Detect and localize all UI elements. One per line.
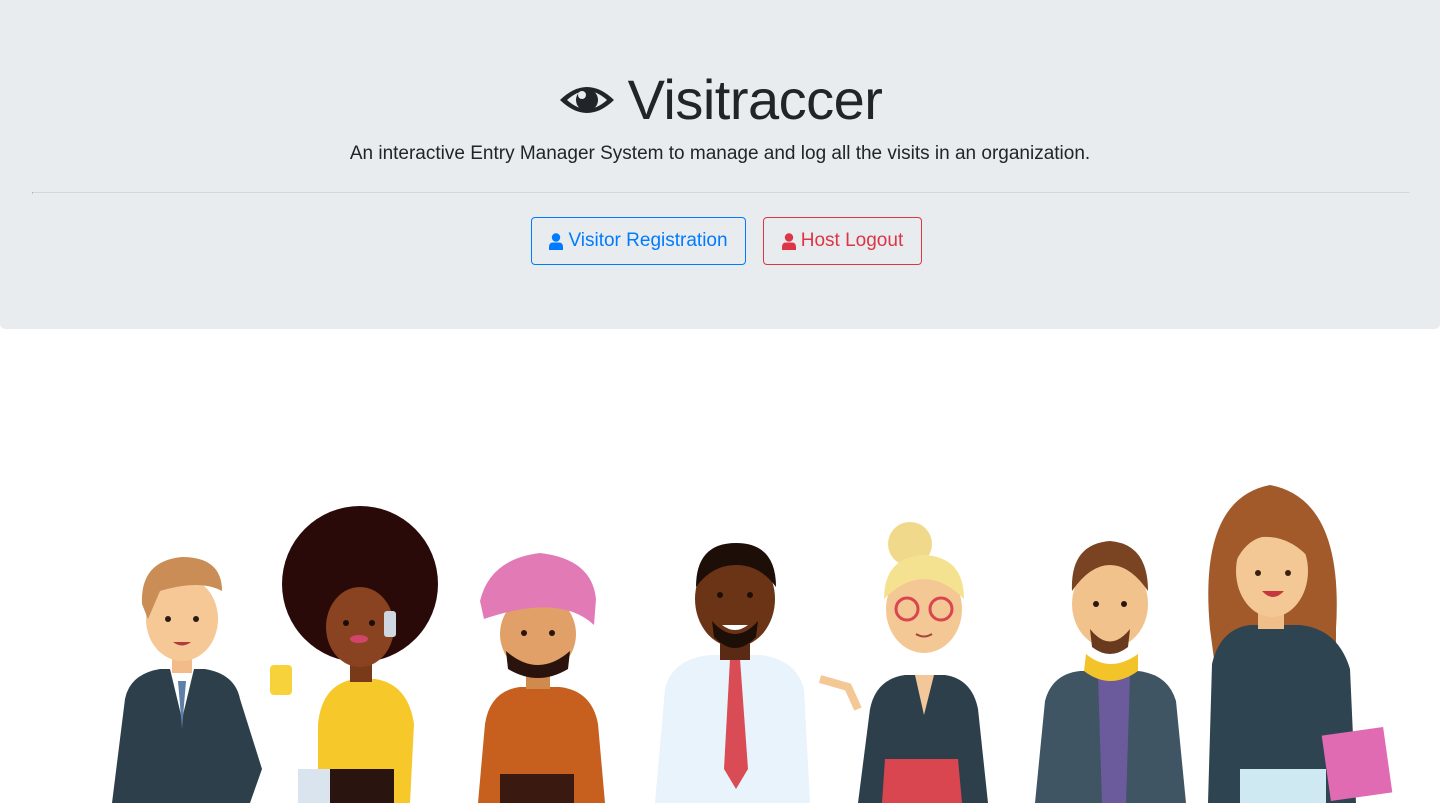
- host-logout-button[interactable]: Host Logout: [763, 217, 922, 265]
- person-glasses-woman: [818, 522, 988, 803]
- people-illustration: [112, 485, 1393, 803]
- app-title: Visitraccer: [627, 68, 883, 131]
- person-yellow-woman: [270, 506, 438, 803]
- user-icon: [549, 232, 564, 250]
- host-logout-label: Host Logout: [800, 230, 904, 251]
- jumbotron-header: Visitraccer An interactive Entry Manager…: [0, 0, 1440, 329]
- person-turban-man: [478, 553, 605, 803]
- title-row: Visitraccer: [0, 62, 1440, 138]
- person-long-hair-woman: [1208, 485, 1393, 803]
- visitor-registration-label: Visitor Registration: [568, 230, 728, 251]
- person-tie-man: [655, 543, 810, 803]
- person-scarf-man: [1035, 541, 1186, 803]
- app-description: An interactive Entry Manager System to m…: [349, 143, 1091, 164]
- visitor-registration-button[interactable]: Visitor Registration: [531, 217, 746, 265]
- header-divider: [32, 192, 1410, 194]
- person-suit-man: [112, 557, 262, 803]
- user-icon: [781, 232, 796, 250]
- eye-icon: [559, 87, 614, 113]
